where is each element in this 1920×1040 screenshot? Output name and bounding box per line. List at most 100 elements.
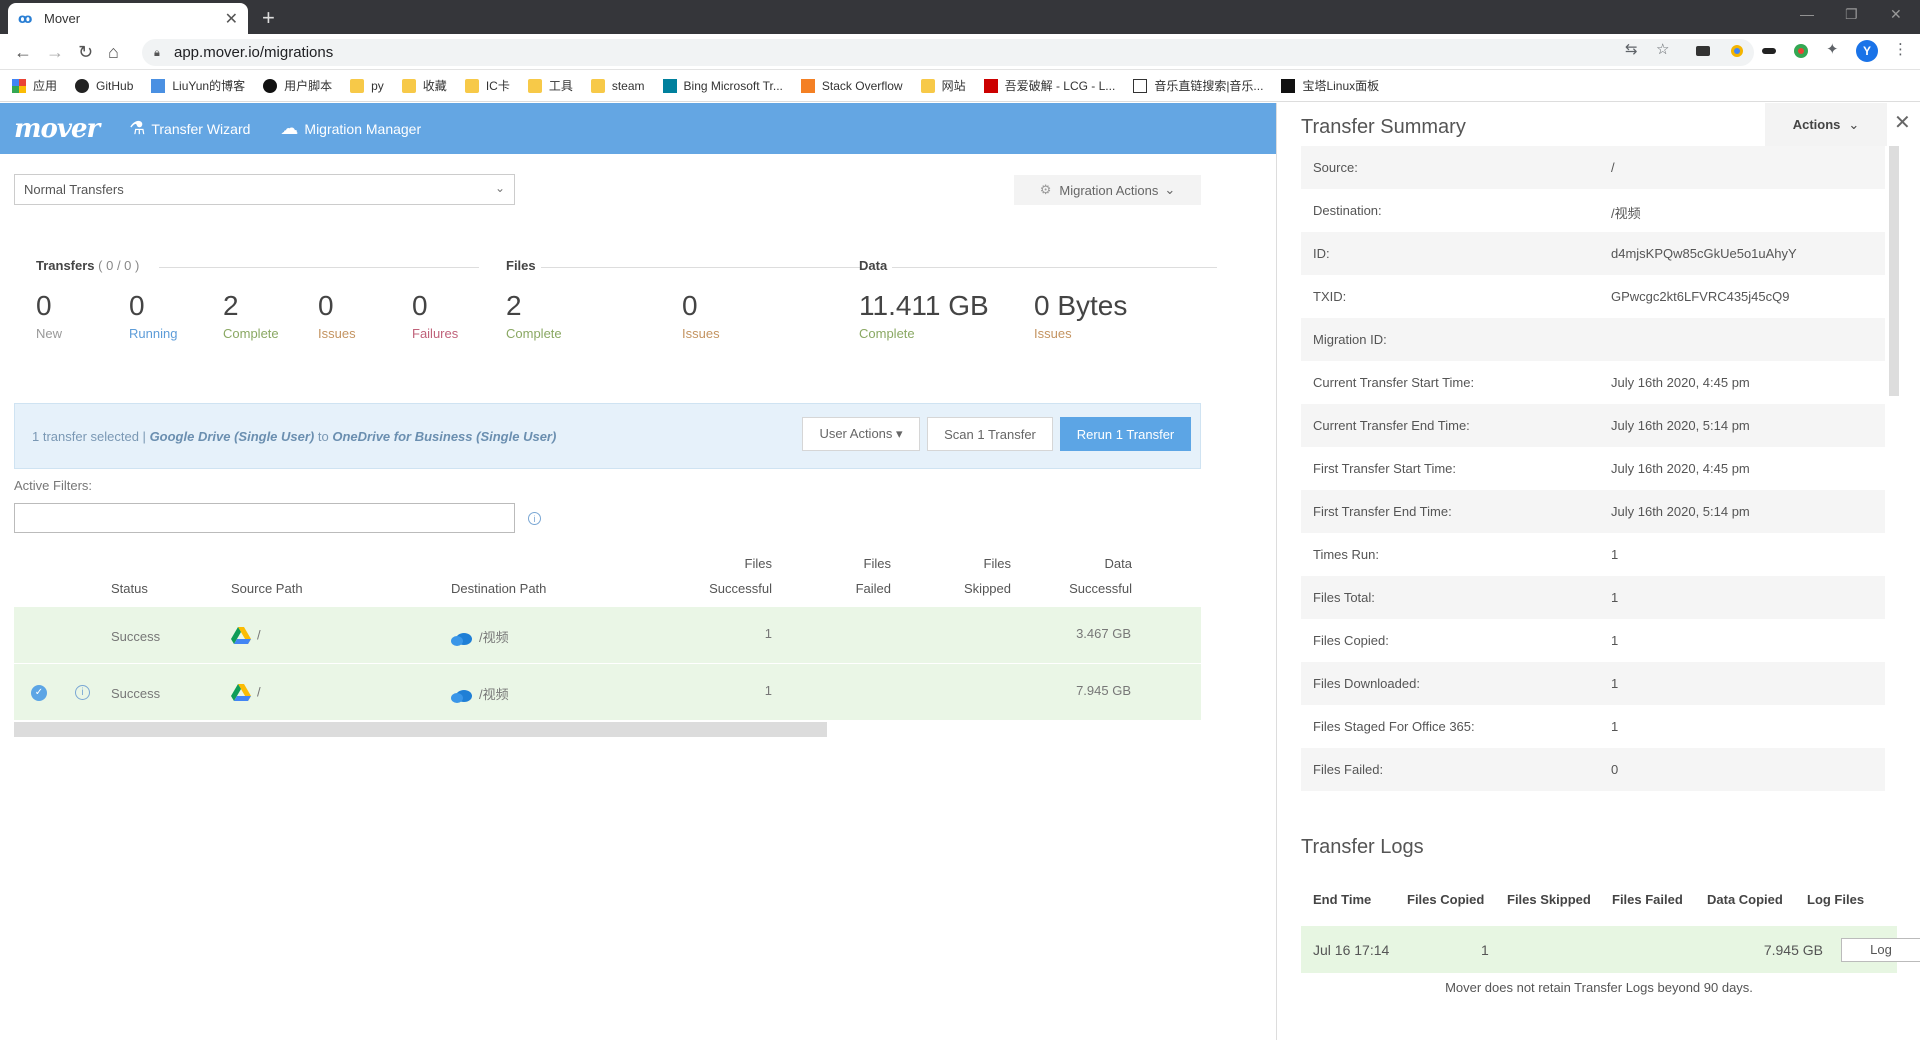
col-data-successful-line1[interactable]: Data [1020, 556, 1132, 571]
col-files-successful-line2[interactable]: Successful [660, 581, 772, 596]
forward-icon[interactable]: → [46, 42, 64, 63]
close-panel-icon[interactable]: ✕ [1894, 110, 1911, 135]
home-icon[interactable]: ⌂ [108, 42, 119, 63]
row-selected-check-icon[interactable]: ✓ [31, 685, 47, 701]
close-tab-icon[interactable]: ✕ [225, 9, 238, 29]
summary-key: Current Transfer End Time: [1313, 418, 1470, 433]
log-button[interactable]: Log [1841, 938, 1920, 962]
userscript-icon [263, 78, 278, 93]
bookmark-userscripts[interactable]: 用户脚本 [263, 77, 332, 94]
summary-row-files-staged: Files Staged For Office 365: 1 [1301, 705, 1885, 748]
bookmark-folder-favorites[interactable]: 收藏 [401, 77, 447, 94]
selection-to: to [317, 429, 329, 444]
mover-app: mover ⚗ Transfer Wizard ☁ Migration Mana… [0, 103, 1920, 1040]
transfer-logs-title: Transfer Logs [1301, 836, 1424, 858]
bookmark-github[interactable]: GitHub [75, 78, 134, 93]
panel-actions-button[interactable]: Actions ⌄ [1765, 103, 1887, 146]
stat-files-issues-value: 0 [682, 290, 698, 321]
bookmark-folder-sites[interactable]: 网站 [920, 77, 966, 94]
log-col-data-copied: Data Copied [1707, 892, 1783, 907]
selection-bar: 1 transfer selected | Google Drive (Sing… [14, 403, 1201, 469]
bookmark-label: 应用 [33, 79, 58, 93]
col-source-path[interactable]: Source Path [231, 581, 303, 596]
extensions-puzzle-icon[interactable]: ✦ [1826, 40, 1839, 58]
col-files-failed-line1[interactable]: Files [790, 556, 891, 571]
info-icon[interactable]: i [528, 512, 541, 525]
extension-icon[interactable] [1760, 42, 1778, 60]
summary-row-first-end: First Transfer End Time: July 16th 2020, … [1301, 490, 1885, 533]
minimize-icon[interactable]: — [1800, 6, 1814, 22]
extension-icon[interactable] [1694, 42, 1712, 60]
stat-running-value: 0 [129, 290, 145, 321]
stat-complete-value: 2 [223, 290, 239, 321]
table-row[interactable]: ✓ i Success / /视频 1 7.945 GB [14, 664, 1201, 721]
browser-menu-icon[interactable]: ⋮ [1893, 40, 1908, 58]
mover-logo[interactable]: mover [14, 114, 100, 144]
back-icon[interactable]: ← [14, 42, 32, 63]
col-destination-path[interactable]: Destination Path [451, 581, 546, 596]
restore-icon[interactable]: ❐ [1845, 6, 1858, 23]
bookmark-apps[interactable]: 应用 [12, 77, 57, 94]
summary-value: July 16th 2020, 4:45 pm [1611, 375, 1750, 390]
extension-icon[interactable] [1792, 42, 1810, 60]
reload-icon[interactable]: ↻ [78, 42, 93, 63]
bookmark-folder-steam[interactable]: steam [590, 78, 645, 93]
summary-value: July 16th 2020, 4:45 pm [1611, 461, 1750, 476]
bookmark-bt-panel[interactable]: 宝塔Linux面板 [1281, 77, 1379, 94]
browser-tab[interactable]: ꝏ Mover ✕ [8, 3, 248, 34]
bookmark-52pojie[interactable]: 吾爱破解 - LCG - L... [983, 77, 1116, 94]
bookmark-folder-tools[interactable]: 工具 [527, 77, 573, 94]
col-files-failed-line2[interactable]: Failed [790, 581, 891, 596]
translate-icon[interactable]: ⇆ [1625, 40, 1638, 58]
row-status: Success [111, 629, 161, 644]
bookmark-stackoverflow[interactable]: Stack Overflow [800, 78, 903, 93]
profile-avatar[interactable]: Y [1856, 40, 1878, 62]
bookmark-folder-ic[interactable]: IC卡 [464, 77, 510, 94]
summary-value: / [1611, 160, 1615, 175]
user-actions-button[interactable]: User Actions ▾ [802, 417, 920, 451]
folder-icon [401, 78, 416, 93]
stat-data-complete-value: 11.411 GB [859, 290, 989, 321]
col-status[interactable]: Status [111, 581, 148, 596]
folder-icon [527, 78, 542, 93]
extension-icon[interactable] [1728, 42, 1746, 60]
bookmark-music[interactable]: 音乐直链搜索|音乐... [1133, 77, 1263, 94]
bookmark-folder-py[interactable]: py [350, 78, 384, 93]
new-tab-icon[interactable]: + [262, 5, 275, 31]
scan-transfer-button[interactable]: Scan 1 Transfer [927, 417, 1053, 451]
folder-icon [590, 78, 605, 93]
col-data-successful-line2[interactable]: Successful [1020, 581, 1132, 596]
table-row[interactable]: Success / /视频 1 3.467 GB [14, 607, 1201, 664]
bookmark-label: 吾爱破解 - LCG - L... [1004, 79, 1116, 93]
destination-path: /视频 [479, 687, 509, 702]
selection-message: 1 transfer selected | Google Drive (Sing… [32, 429, 556, 444]
bookmark-bing[interactable]: Bing Microsoft Tr... [662, 78, 783, 93]
migration-actions-button[interactable]: ⚙ Migration Actions ⌄ [1014, 175, 1201, 205]
nav-migration-manager[interactable]: ☁ Migration Manager [280, 118, 421, 139]
chevron-down-icon: ⌄ [494, 181, 505, 195]
active-filters-label: Active Filters: [14, 478, 93, 493]
url-field[interactable]: 🔒︎ app.mover.io/migrations [142, 39, 1754, 66]
col-files-successful-line1[interactable]: Files [660, 556, 772, 571]
summary-scrollbar[interactable] [1889, 146, 1899, 396]
stat-running-label: Running [129, 326, 178, 341]
stat-failures-value: 0 [412, 290, 428, 321]
rerun-transfer-button[interactable]: Rerun 1 Transfer [1060, 417, 1191, 451]
bookmark-star-icon[interactable]: ☆ [1656, 40, 1669, 58]
tab-title: Mover [44, 11, 81, 26]
mover-favicon-icon: ꝏ [18, 10, 33, 26]
transfer-type-select[interactable]: Normal Transfers ⌄ [14, 174, 515, 205]
close-window-icon[interactable]: ✕ [1890, 6, 1902, 23]
col-files-skipped-line2[interactable]: Skipped [900, 581, 1011, 596]
row-info-icon[interactable]: i [75, 685, 90, 700]
bookmark-label: GitHub [96, 78, 134, 93]
summary-value: /视频 [1611, 206, 1641, 221]
bookmark-liuyun[interactable]: LiuYun的博客 [151, 77, 245, 94]
col-files-skipped-line1[interactable]: Files [900, 556, 1011, 571]
horizontal-scrollbar[interactable] [14, 722, 827, 737]
active-filters-input[interactable] [14, 503, 515, 533]
nav-transfer-wizard[interactable]: ⚗ Transfer Wizard [129, 118, 250, 139]
folder-icon [350, 78, 365, 93]
summary-row-times-run: Times Run: 1 [1301, 533, 1885, 576]
summary-row-txid: TXID: GPwcgc2kt6LFVRC435j45cQ9 [1301, 275, 1885, 318]
